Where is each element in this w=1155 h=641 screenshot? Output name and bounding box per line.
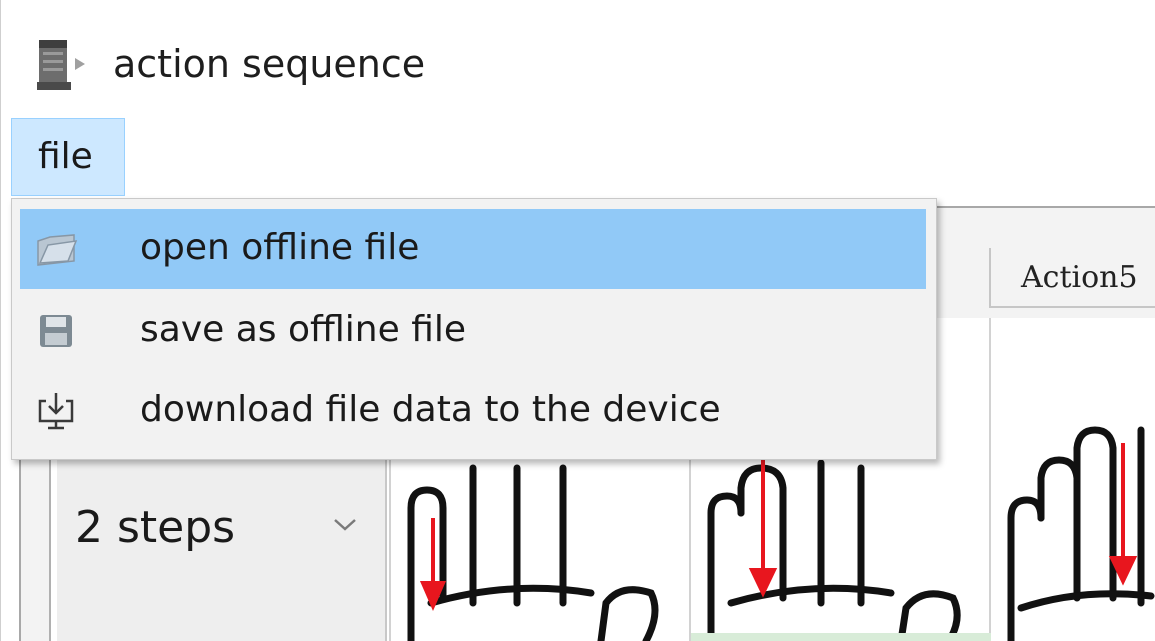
download-to-monitor-icon [38, 393, 74, 430]
status-strip [691, 633, 991, 641]
menu-item-download-file-data[interactable]: download file data to the device [20, 371, 926, 451]
menu-file-label: file [38, 136, 93, 177]
hand-icon [1007, 426, 1155, 641]
menu-item-label: download file data to the device [140, 389, 721, 430]
file-dropdown-menu: open offline file save as offline file d… [11, 198, 937, 460]
menu-item-label: open offline file [140, 227, 420, 268]
menu-item-save-as-offline-file[interactable]: save as offline file [20, 291, 926, 371]
steps-select-value: 2 steps [75, 502, 236, 553]
chevron-down-icon [334, 519, 356, 531]
window-title: action sequence [113, 42, 426, 86]
table-header-cell-action5[interactable]: Action5 [989, 248, 1155, 308]
folder-open-icon [37, 234, 78, 266]
app-window: action sequence file Action5 2 steps ope… [0, 0, 1155, 641]
floppy-disk-icon [40, 315, 72, 347]
hand-gesture-image [989, 318, 1155, 641]
menu-file[interactable]: file [11, 118, 125, 196]
header-label: Action5 [1021, 260, 1138, 295]
title-bar: action sequence [1, 0, 1155, 118]
menu-bar: file [1, 118, 1155, 198]
menu-item-label: save as offline file [140, 309, 467, 350]
steps-select[interactable]: 2 steps [61, 470, 381, 590]
app-window-icon [37, 40, 85, 90]
menu-item-open-offline-file[interactable]: open offline file [20, 209, 926, 289]
